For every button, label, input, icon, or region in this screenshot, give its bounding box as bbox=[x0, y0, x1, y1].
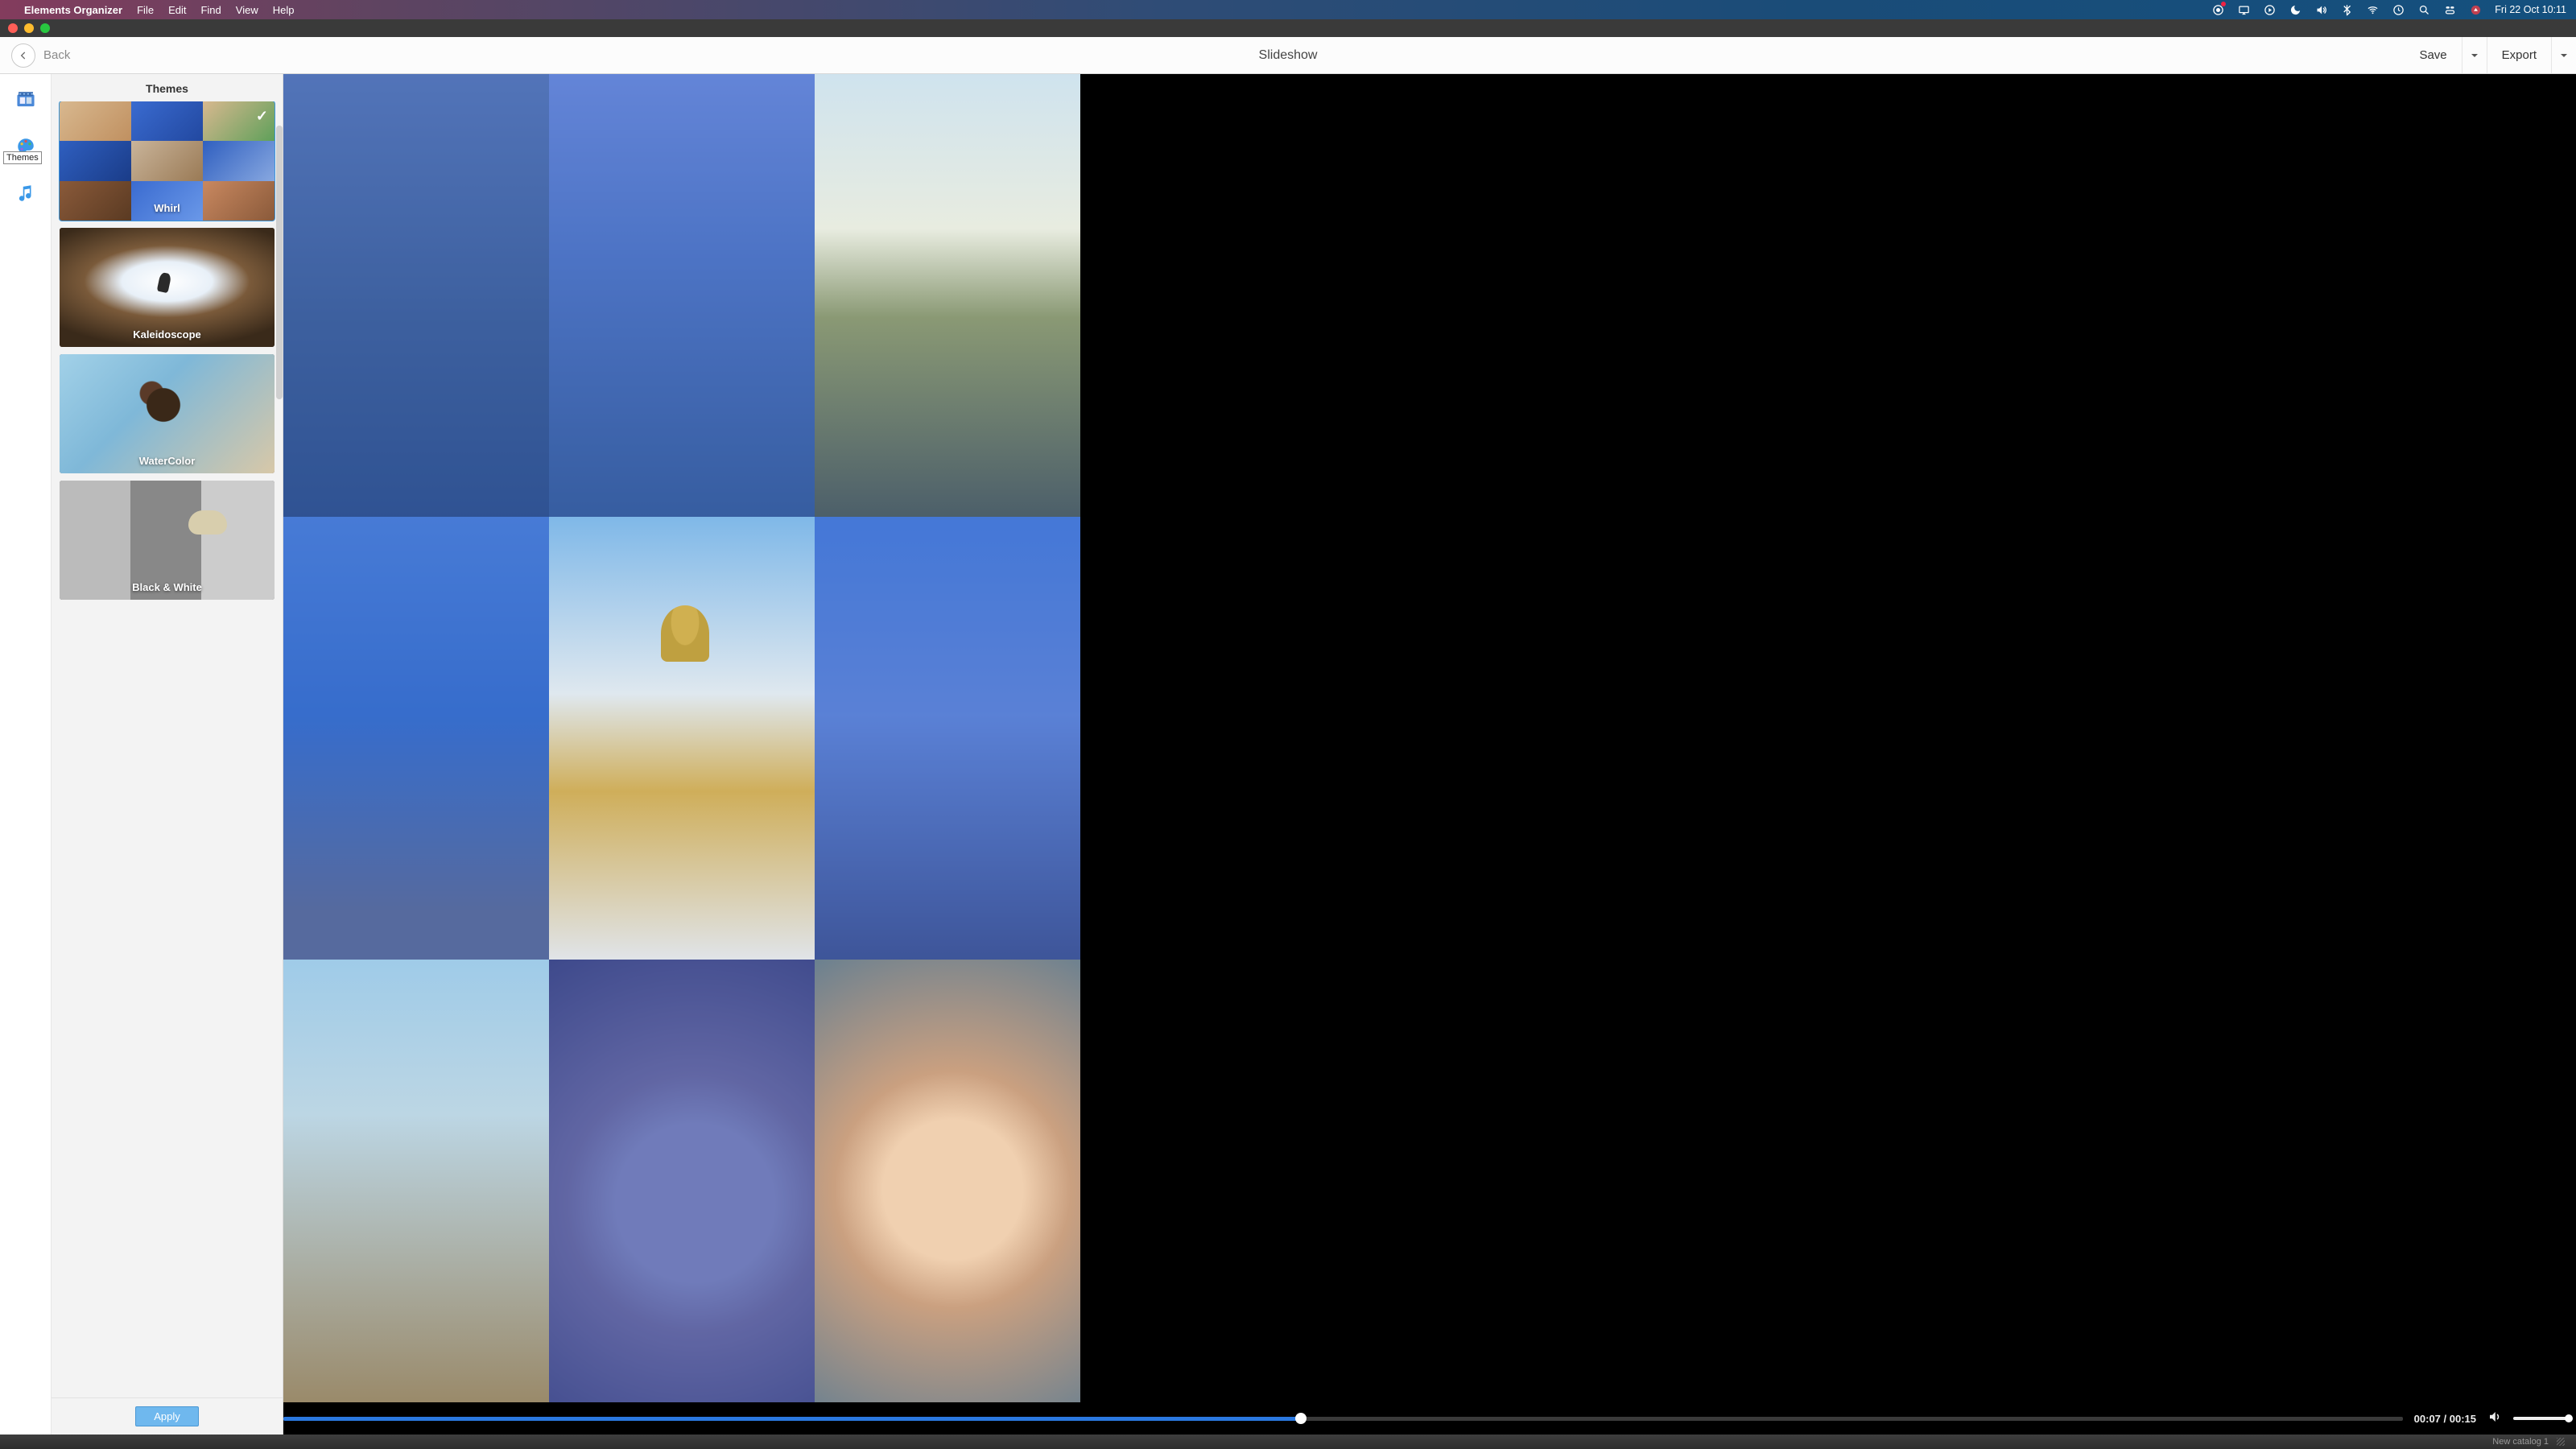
minimize-window-button[interactable] bbox=[24, 23, 34, 33]
export-dropdown[interactable] bbox=[2551, 37, 2576, 73]
theme-kaleidoscope[interactable]: Kaleidoscope bbox=[60, 228, 275, 347]
volume-icon[interactable] bbox=[2487, 1410, 2502, 1428]
time-machine-icon[interactable] bbox=[2392, 3, 2405, 16]
scrollbar[interactable] bbox=[276, 126, 283, 399]
export-button[interactable]: Export bbox=[2487, 37, 2551, 73]
seek-fill bbox=[283, 1417, 1301, 1421]
volume-slider[interactable] bbox=[2513, 1417, 2570, 1420]
time-display: 00:07 / 00:15 bbox=[2414, 1413, 2476, 1425]
app-name[interactable]: Elements Organizer bbox=[24, 4, 122, 16]
menu-find[interactable]: Find bbox=[200, 4, 221, 16]
main-area: Themes Themes ✓ Whirl Kaleidoscope Water… bbox=[0, 74, 2576, 1435]
slideshow-tabs: Themes bbox=[0, 74, 52, 1435]
back-button[interactable] bbox=[11, 43, 35, 68]
seek-thumb[interactable] bbox=[1295, 1413, 1307, 1424]
do-not-disturb-icon[interactable] bbox=[2289, 3, 2301, 16]
panel-header: Themes bbox=[52, 74, 283, 101]
clock[interactable]: Fri 22 Oct 10:11 bbox=[2495, 4, 2566, 15]
wifi-icon[interactable] bbox=[2366, 3, 2379, 16]
page-title: Slideshow bbox=[1259, 48, 1318, 63]
control-center-icon[interactable] bbox=[2443, 3, 2456, 16]
app-status-icon[interactable] bbox=[2469, 3, 2482, 16]
save-dropdown[interactable] bbox=[2462, 37, 2487, 73]
themes-tooltip: Themes bbox=[3, 151, 42, 164]
volume-icon[interactable] bbox=[2314, 3, 2327, 16]
volume-thumb[interactable] bbox=[2565, 1414, 2573, 1422]
screen-record-icon[interactable] bbox=[2211, 3, 2224, 16]
menu-edit[interactable]: Edit bbox=[168, 4, 186, 16]
themes-panel: Themes ✓ Whirl Kaleidoscope WaterColor B… bbox=[52, 74, 283, 1435]
theme-watercolor[interactable]: WaterColor bbox=[60, 354, 275, 473]
theme-label: WaterColor bbox=[60, 455, 275, 467]
now-playing-icon[interactable] bbox=[2263, 3, 2276, 16]
slideshow-preview: 00:07 / 00:15 bbox=[283, 74, 2576, 1435]
catalog-name: New catalog 1 bbox=[2492, 1437, 2549, 1447]
close-window-button[interactable] bbox=[8, 23, 18, 33]
theme-whirl[interactable]: ✓ Whirl bbox=[60, 101, 275, 221]
apply-button[interactable]: Apply bbox=[135, 1406, 199, 1426]
back-label: Back bbox=[43, 48, 70, 62]
resize-grip-icon[interactable] bbox=[2557, 1438, 2565, 1446]
spotlight-icon[interactable] bbox=[2417, 3, 2430, 16]
themes-list[interactable]: ✓ Whirl Kaleidoscope WaterColor Black & … bbox=[52, 101, 283, 1397]
save-button[interactable]: Save bbox=[2405, 37, 2461, 73]
check-icon: ✓ bbox=[256, 108, 268, 125]
menu-file[interactable]: File bbox=[137, 4, 154, 16]
window-titlebar bbox=[0, 19, 2576, 37]
audio-tab[interactable] bbox=[11, 179, 40, 208]
status-bar: New catalog 1 bbox=[0, 1435, 2576, 1449]
bluetooth-icon[interactable] bbox=[2340, 3, 2353, 16]
screen-mirroring-icon[interactable] bbox=[2237, 3, 2250, 16]
media-tab[interactable] bbox=[11, 85, 40, 114]
maximize-window-button[interactable] bbox=[40, 23, 50, 33]
theme-label: Black & White bbox=[60, 581, 275, 593]
theme-black-white[interactable]: Black & White bbox=[60, 481, 275, 600]
macos-menubar: Elements Organizer File Edit Find View H… bbox=[0, 0, 2576, 19]
theme-label: Whirl bbox=[60, 202, 275, 214]
seek-bar[interactable] bbox=[283, 1417, 2403, 1421]
preview-canvas[interactable] bbox=[283, 74, 2576, 1402]
menu-help[interactable]: Help bbox=[273, 4, 295, 16]
toolbar: Back Slideshow Save Export bbox=[0, 37, 2576, 74]
theme-label: Kaleidoscope bbox=[60, 328, 275, 341]
playback-bar: 00:07 / 00:15 bbox=[283, 1402, 2576, 1435]
menu-view[interactable]: View bbox=[236, 4, 258, 16]
